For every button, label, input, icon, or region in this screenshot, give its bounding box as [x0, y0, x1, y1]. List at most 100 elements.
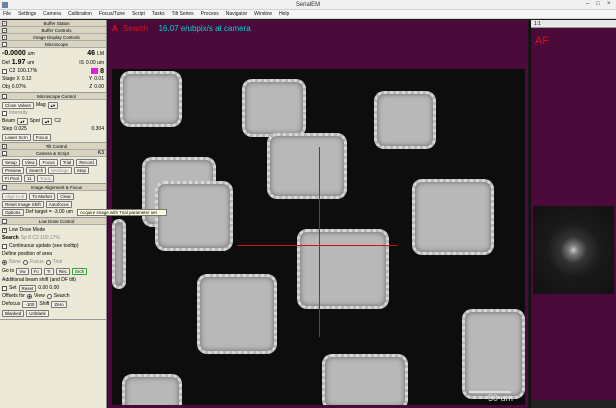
- montage-button[interactable]: Montage: [48, 166, 72, 174]
- stop-button[interactable]: Stop: [73, 166, 90, 174]
- fi-pool-button[interactable]: Fi Pool: [2, 174, 23, 182]
- c2-checkbox[interactable]: [2, 68, 7, 74]
- menu-camera[interactable]: Camera: [43, 10, 61, 18]
- buffer-status-header[interactable]: + Buffer Status: [0, 20, 106, 27]
- autofocus-button[interactable]: Autofocus: [45, 200, 72, 208]
- image-header: A Search 16.07 e/ubpix/s at camera: [112, 24, 251, 33]
- go-search-button[interactable]: Srch: [71, 267, 88, 275]
- record-button[interactable]: Record: [76, 158, 97, 166]
- expand-icon[interactable]: +: [2, 143, 7, 149]
- search-area-label: Search: [2, 235, 19, 241]
- unblank-button[interactable]: Unblank: [26, 309, 49, 317]
- window-title: SerialEM: [295, 2, 321, 8]
- close-valves-button[interactable]: Close Valves: [2, 101, 34, 109]
- menu-window[interactable]: Window: [254, 10, 272, 18]
- section-title: Camera & Script: [35, 150, 69, 156]
- eleven-button[interactable]: 11: [24, 174, 35, 182]
- reset-button[interactable]: Reset: [18, 284, 37, 292]
- microscope-header[interactable]: - Microscope: [0, 41, 106, 48]
- search-image[interactable]: 50 um: [112, 69, 525, 405]
- c2-label: C2: [54, 118, 61, 124]
- camera-header[interactable]: - Camera & Script K3: [0, 150, 106, 157]
- menu-tasks[interactable]: Tasks: [152, 10, 165, 18]
- set-checkbox[interactable]: [2, 285, 7, 291]
- section-title: Microscope: [44, 41, 68, 47]
- grid-square: [112, 219, 126, 289]
- focus-radio[interactable]: [22, 259, 28, 265]
- menu-settings[interactable]: Settings: [18, 10, 36, 18]
- obj-value: 0.07%: [11, 84, 26, 90]
- dose-rate-info: 16.07 e/ubpix/s at camera: [158, 24, 251, 33]
- intensity-checkbox[interactable]: [2, 110, 7, 116]
- trial-radio[interactable]: [45, 259, 51, 265]
- defocus-field[interactable]: -100: [22, 300, 38, 308]
- scope-control-header[interactable]: - Microscope Control: [0, 93, 106, 100]
- search-button[interactable]: Search: [26, 166, 47, 174]
- trial-button[interactable]: Trial: [59, 158, 75, 166]
- offsets-view-radio[interactable]: [26, 293, 32, 299]
- clear-button[interactable]: Clear: [57, 192, 75, 200]
- expand-icon[interactable]: +: [2, 27, 7, 33]
- menu-process[interactable]: Process: [201, 10, 219, 18]
- menu-file[interactable]: File: [3, 10, 11, 18]
- focus-button[interactable]: Focus: [32, 133, 52, 141]
- to-marker-button[interactable]: To Marker: [29, 192, 56, 200]
- buffer-controls-header[interactable]: + Buffer Controls: [0, 27, 106, 34]
- fft-image[interactable]: [533, 206, 614, 294]
- minimize-icon[interactable]: –: [586, 1, 589, 7]
- stage-x-value: 0.12: [21, 76, 32, 82]
- go-view-button[interactable]: Vw: [16, 267, 29, 275]
- expand-icon[interactable]: +: [2, 20, 7, 26]
- defocus-label: Defocus: [2, 301, 21, 307]
- camera-focus-button[interactable]: Focus: [39, 158, 58, 166]
- low-dose-header[interactable]: - Low Dose Control: [0, 218, 106, 225]
- zero-button[interactable]: Zero: [51, 300, 67, 308]
- preview-button[interactable]: Preview: [2, 166, 25, 174]
- alignment-header[interactable]: - Image Alignment & Focus: [0, 184, 106, 191]
- none-label: None: [9, 259, 21, 265]
- menu-calibration[interactable]: Calibration: [68, 10, 92, 18]
- close-icon[interactable]: ×: [607, 1, 611, 7]
- menu-script[interactable]: Script: [132, 10, 145, 18]
- menu-help[interactable]: Help: [279, 10, 289, 18]
- align-to-button[interactable]: Align to B: [2, 192, 28, 200]
- track-button[interactable]: Track: [36, 174, 54, 182]
- image-display-header[interactable]: + Image Display Controls: [0, 34, 106, 41]
- grid-square: [412, 179, 494, 255]
- collapse-icon[interactable]: -: [2, 218, 7, 224]
- low-dose-mode-checkbox[interactable]: [2, 227, 7, 233]
- view-button[interactable]: View: [21, 158, 38, 166]
- menu-focus-tune[interactable]: Focus/Tune: [99, 10, 125, 18]
- offsets-search-radio[interactable]: [46, 293, 52, 299]
- setup-button[interactable]: Setup: [2, 158, 20, 166]
- collapse-icon[interactable]: -: [2, 93, 7, 99]
- section-title: Image Display Controls: [33, 34, 80, 40]
- continuous-update-checkbox[interactable]: [2, 243, 7, 249]
- collapse-icon[interactable]: -: [2, 150, 7, 156]
- expand-icon[interactable]: +: [2, 34, 7, 40]
- lower-screen-button[interactable]: Lower Scrn: [2, 133, 31, 141]
- grid-square: [242, 79, 306, 137]
- collapse-icon[interactable]: -: [2, 41, 7, 47]
- fft-window-header: 1:1: [531, 20, 616, 28]
- blanked-indicator: Blanked: [2, 309, 25, 317]
- spot-spin[interactable]: ▴▾: [41, 117, 53, 125]
- maximize-icon[interactable]: □: [596, 1, 600, 7]
- camera-controls: Setup View Focus Trial Record Preview Se…: [0, 157, 106, 184]
- alignment-options-button[interactable]: Options: [2, 208, 24, 216]
- mag-spin[interactable]: ▴▾: [47, 101, 59, 109]
- beam-spin[interactable]: ▴▾: [17, 117, 28, 125]
- reset-image-shift-button[interactable]: Reset Image Shift: [2, 200, 44, 208]
- mag-unit: LM: [97, 50, 104, 57]
- go-record-button[interactable]: Rec: [55, 267, 70, 275]
- menu-tilt-series[interactable]: Tilt Series: [172, 10, 194, 18]
- menu-navigator[interactable]: Navigator: [226, 10, 247, 18]
- tilt-control-header[interactable]: + Tilt Control: [0, 143, 106, 150]
- collapse-icon[interactable]: -: [2, 184, 7, 190]
- go-focus-button[interactable]: Fo: [30, 267, 42, 275]
- none-radio[interactable]: [2, 259, 7, 265]
- offsets-for-label: Offsets for: [2, 293, 25, 299]
- go-trial-button[interactable]: Tr: [43, 267, 54, 275]
- focus-label: Focus: [29, 259, 44, 265]
- def-unit: um: [27, 59, 35, 66]
